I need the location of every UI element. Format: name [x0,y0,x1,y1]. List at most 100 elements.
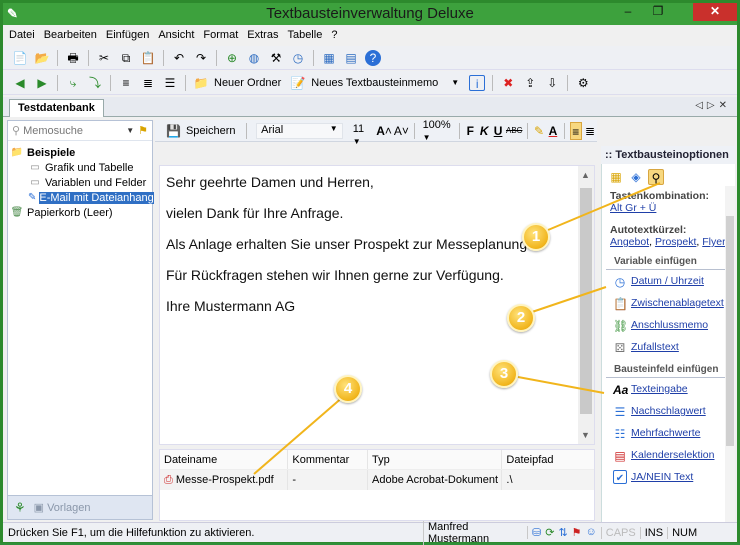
tree-root-beispiele[interactable]: 📁 Beispiele [10,145,150,160]
highlight-icon[interactable]: ✎ [533,122,545,140]
var-item-random[interactable]: ⚄ Zufallstext [602,336,735,358]
field-item-yesno[interactable]: ✔ JA/NEIN Text [602,466,735,488]
editor-scrollbar[interactable]: ▲ ▼ [578,166,594,444]
menu-extras[interactable]: Extras [247,29,278,41]
menu-ansicht[interactable]: Ansicht [158,29,194,41]
column-header-type[interactable]: Typ [368,450,503,469]
new-folder-icon[interactable]: 📁 [193,75,209,91]
column-header-comment[interactable]: Kommentar [288,450,369,469]
templates-tab-label[interactable]: Vorlagen [47,502,90,514]
tools-icon[interactable]: ⚒ [268,50,284,66]
print-icon[interactable]: 🖶 [65,50,81,66]
autotext-link-flyer[interactable]: Flyer [702,236,725,248]
align-justify-icon[interactable]: ≣ [584,122,596,140]
templates-tab-icon[interactable]: ▣ [34,501,44,514]
import-icon[interactable]: ⇩ [544,75,560,91]
new-memo-button[interactable]: Neues Textbausteinmemo [311,77,438,89]
italic-icon[interactable]: K [478,122,490,140]
field-item-calendar[interactable]: ▤ Kalenderselektion [602,444,735,466]
bold-icon[interactable]: F [464,122,476,140]
menu-datei[interactable]: Datei [9,29,35,41]
autotext-link-angebot[interactable]: Angebot [610,236,649,248]
copy-icon[interactable]: ⧉ [118,50,134,66]
delete-icon[interactable]: ✖ [500,75,516,91]
close-button[interactable]: ✕ [693,3,737,21]
tab-navigation-arrows[interactable]: ◁▷✕ [695,100,731,111]
grow-font-icon[interactable]: A˄ [376,122,392,140]
memo-editor[interactable]: Sehr geehrte Damen und Herren, vielen Da… [159,165,595,445]
search-dropdown-icon[interactable]: ▼ [126,126,134,135]
align-left-icon[interactable]: ≡ [569,121,583,140]
memo-search-field[interactable]: ⚲ Memosuche ▼ ⚑ [8,121,152,141]
options-scrollbar[interactable] [725,186,735,522]
column-header-filename[interactable]: Dateiname [160,450,289,469]
autotext-link-prospekt[interactable]: Prospekt [655,236,696,248]
save-icon[interactable]: 💾 [166,123,181,139]
new-document-icon[interactable]: 📄 [12,50,28,66]
tree-add-child-icon[interactable]: ⤵ [87,75,103,91]
options-scroll-thumb[interactable] [726,216,734,446]
sort-icon[interactable]: ≡ [118,75,134,91]
cut-icon[interactable]: ✂ [96,50,112,66]
sort-asc-icon[interactable]: ≣ [140,75,156,91]
properties-icon[interactable]: ▦ [608,169,624,185]
tree-item-variablen[interactable]: ▭ Variablen und Felder [10,175,150,190]
menu-einfuegen[interactable]: Einfügen [106,29,149,41]
tree-add-icon[interactable]: ⤷ [65,75,81,91]
user-icon[interactable]: ☺ [586,526,597,539]
field-item-lookup[interactable]: ☰ Nachschlagwert [602,400,735,422]
help-icon[interactable]: ? [365,49,381,66]
var-item-followup[interactable]: ⛓ Anschlussmemo [602,314,735,336]
shortcut-value-link[interactable]: Alt Gr + Ü [610,202,727,214]
calendar-icon[interactable]: ▤ [343,50,359,66]
link-icon[interactable]: ◈ [628,169,644,185]
menu-help[interactable]: ? [331,29,337,41]
grid-icon[interactable]: ▦ [321,50,337,66]
dropdown-arrow-icon[interactable]: ▼ [447,75,463,91]
export-icon[interactable]: ⇪ [522,75,538,91]
tree-item-trash[interactable]: 🗑 Papierkorb (Leer) [10,205,150,220]
font-size-select[interactable]: 11 ▼ [353,123,371,146]
add-icon[interactable]: ⊕ [224,50,240,66]
clock-icon[interactable]: ◷ [290,50,306,66]
open-folder-icon[interactable]: 📂 [34,50,50,66]
database-icon[interactable]: ⛁ [532,526,541,539]
minimize-button[interactable]: – [615,3,641,21]
scroll-down-icon[interactable]: ▼ [581,430,590,440]
forward-icon[interactable]: ▶ [34,75,50,91]
tree-item-email[interactable]: ✎ E-Mail mit Dateianhang [10,190,154,205]
var-item-datetime[interactable]: ◷ Datum / Uhrzeit [602,270,735,292]
globe-icon[interactable]: ◍ [246,50,262,66]
menu-format[interactable]: Format [203,29,238,41]
tree-view-tab-icon[interactable]: ⚘ [14,500,26,516]
underline-icon[interactable]: U [492,122,504,140]
maximize-button[interactable]: ❐ [645,3,671,21]
zoom-select[interactable]: 100% ▼ [423,119,451,143]
sync-icon[interactable]: ⟳ [545,526,554,539]
field-item-textinput[interactable]: Aa Texteingabe [602,378,735,400]
alert-icon[interactable]: ⚑ [572,526,582,539]
new-memo-icon[interactable]: 📝 [290,75,306,91]
shrink-font-icon[interactable]: A˅ [394,122,409,140]
undo-icon[interactable]: ↶ [171,50,187,66]
redo-icon[interactable]: ↷ [193,50,209,66]
save-button[interactable]: Speichern [186,125,236,137]
field-item-multi[interactable]: ☷ Mehrfachwerte [602,422,735,444]
back-icon[interactable]: ◀ [12,75,28,91]
font-select[interactable]: Arial ▼ [256,122,343,139]
table-row[interactable]: ⎙ Messe-Prospekt.pdf - Adobe Acrobat-Dok… [160,470,594,490]
menu-bearbeiten[interactable]: Bearbeiten [44,29,97,41]
paste-icon[interactable]: 📋 [140,50,156,66]
settings-icon[interactable]: ⚙ [575,75,591,91]
new-folder-button[interactable]: Neuer Ordner [214,77,281,89]
strikethrough-icon[interactable]: ABC [506,122,522,140]
scroll-up-icon[interactable]: ▲ [581,170,590,180]
search-options-icon[interactable]: ⚑ [138,124,148,137]
font-color-icon[interactable]: A [547,122,559,140]
menu-tabelle[interactable]: Tabelle [287,29,322,41]
tree-item-grafik[interactable]: ▭ Grafik und Tabelle [10,160,150,175]
network-icon[interactable]: ⇅ [558,526,567,539]
column-header-path[interactable]: Dateipfad [502,450,594,469]
preview-icon[interactable]: ⚲ [648,169,664,185]
info-icon[interactable]: i [469,74,486,91]
